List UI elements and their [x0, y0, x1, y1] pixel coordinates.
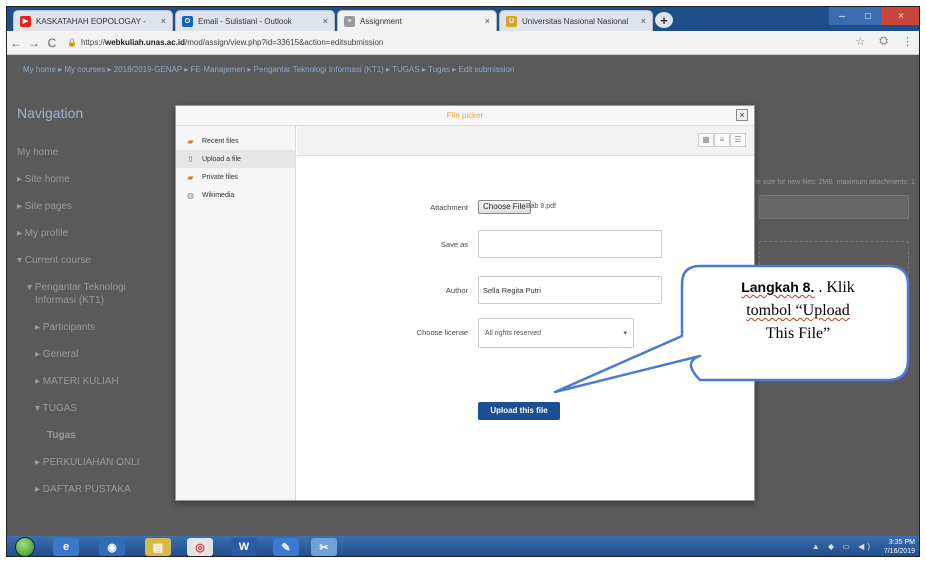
callout-step: Langkah 8. [741, 279, 815, 295]
callout-line1: . Klik [814, 279, 855, 296]
callout-line2: tombol “Upload [746, 302, 850, 319]
callout-text: Langkah 8. . Klik tombol “Upload This Fi… [685, 276, 911, 345]
callout-line3: This File” [765, 325, 831, 342]
